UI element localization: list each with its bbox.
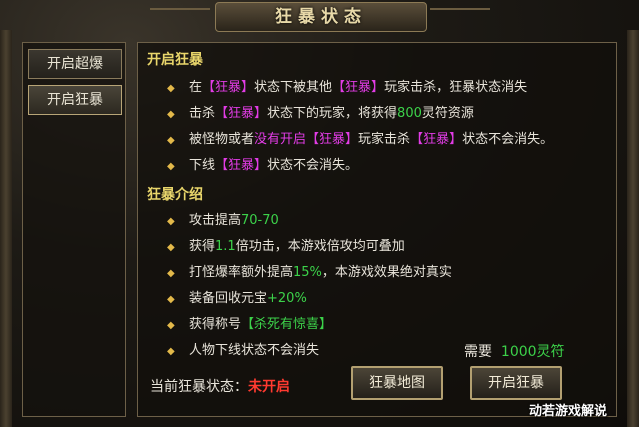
tab-rage[interactable]: 开启狂暴 xyxy=(28,85,122,115)
list-item: ◆ 被怪物或者没有开启【狂暴】玩家击杀【狂暴】状态不会消失。 xyxy=(167,132,554,147)
cost-value: 1000灵符 xyxy=(500,344,565,360)
list-item: ◆ 打怪爆率额外提高15%，本游戏效果绝对真实 xyxy=(167,265,452,280)
diamond-bullet-icon: ◆ xyxy=(167,294,175,305)
status-badge: 未开启 xyxy=(248,379,290,395)
list-item: ◆ 在【狂暴】状态下被其他【狂暴】玩家击杀，狂暴状态消失 xyxy=(167,80,528,95)
list-item: ◆ 人物下线状态不会消失 xyxy=(167,343,320,358)
diamond-bullet-icon: ◆ xyxy=(167,135,175,146)
tab-super-burst[interactable]: 开启超爆 xyxy=(28,49,122,79)
diamond-bullet-icon: ◆ xyxy=(167,109,175,120)
list-item: ◆ 装备回收元宝+20% xyxy=(167,291,307,306)
right-border-ornament xyxy=(627,30,639,427)
diamond-bullet-icon: ◆ xyxy=(167,268,175,279)
list-item: ◆ 下线【狂暴】状态不会消失。 xyxy=(167,158,359,173)
left-border-ornament xyxy=(0,30,12,427)
diamond-bullet-icon: ◆ xyxy=(167,216,175,227)
list-item: ◆ 击杀【狂暴】状态下的玩家，将获得800灵符资源 xyxy=(167,106,474,121)
title-ornament-left xyxy=(150,8,210,24)
title-ornament-right xyxy=(430,8,490,24)
diamond-bullet-icon: ◆ xyxy=(167,346,175,357)
tab-sidebar: 开启超爆 开启狂暴 xyxy=(22,42,126,417)
watermark-text: 动若游戏解说 xyxy=(529,404,608,419)
list-item: ◆ 获得1.1倍功击，本游戏倍攻均可叠加 xyxy=(167,239,405,254)
list-item: ◆ 攻击提高70-70 xyxy=(167,213,279,228)
list-item: ◆ 获得称号【杀死有惊喜】 xyxy=(167,317,333,332)
diamond-bullet-icon: ◆ xyxy=(167,242,175,253)
activate-rage-button[interactable]: 开启狂暴 xyxy=(470,366,562,400)
dialog-frame: 狂暴状态 开启超爆 开启狂暴 开启狂暴 ◆ 在【狂暴】状态下被其他【狂暴】玩家击杀… xyxy=(0,0,639,427)
rage-status: 当前狂暴状态：未开启 xyxy=(150,379,290,395)
section-title-intro: 狂暴介绍 xyxy=(147,187,203,203)
diamond-bullet-icon: ◆ xyxy=(167,83,175,94)
section-title-activate: 开启狂暴 xyxy=(147,52,203,68)
window-title: 狂暴状态 xyxy=(215,2,427,32)
cost-label: 需要 1000灵符 xyxy=(464,344,565,360)
rage-map-button[interactable]: 狂暴地图 xyxy=(351,366,443,400)
diamond-bullet-icon: ◆ xyxy=(167,320,175,331)
diamond-bullet-icon: ◆ xyxy=(167,161,175,172)
